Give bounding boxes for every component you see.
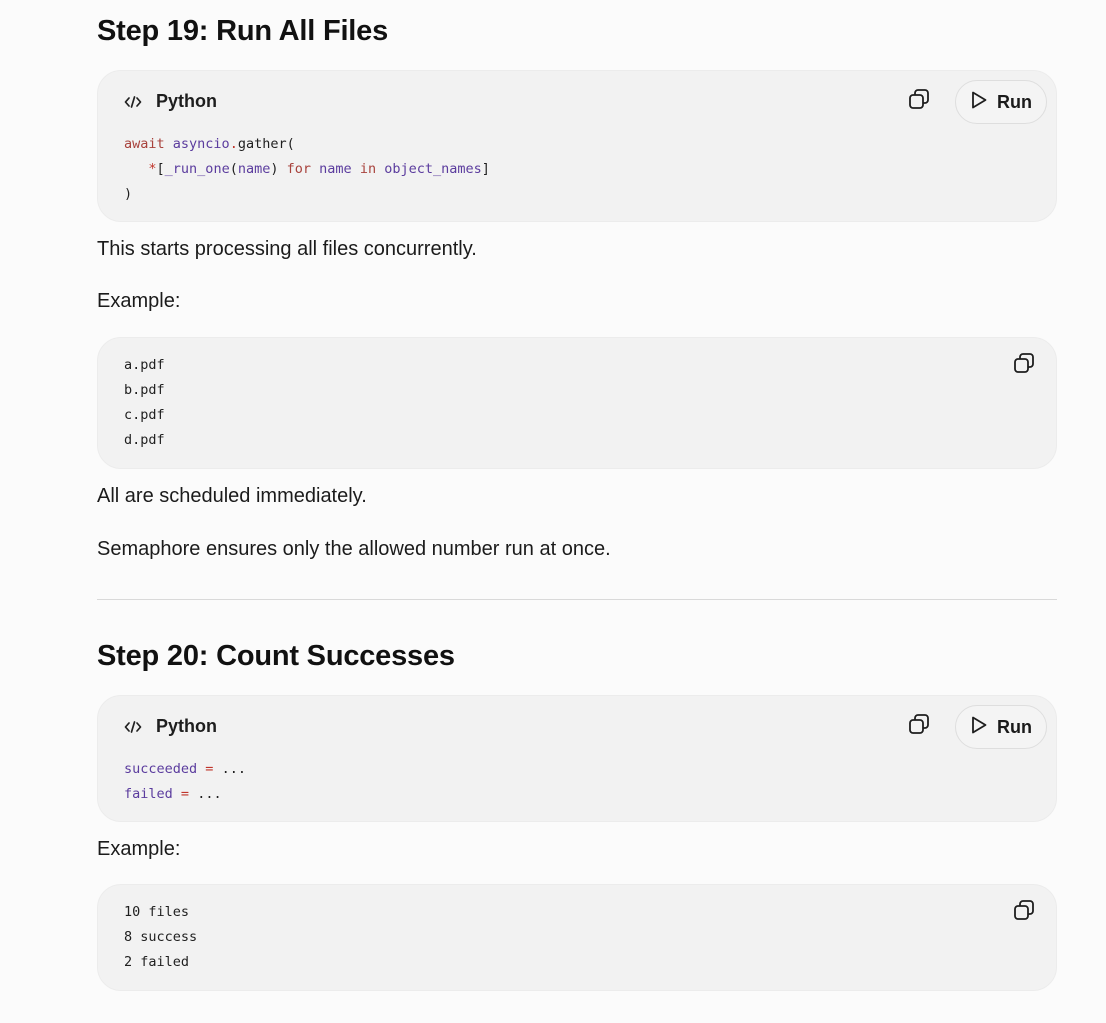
python-code-block-step-19: Python Run await asyncio.gather( *[_run_…	[97, 70, 1057, 222]
code-line: *[_run_one(name) for name in object_name…	[124, 161, 490, 177]
code-brackets-icon	[124, 720, 142, 734]
code-token: object_names	[384, 161, 482, 177]
code-token: .	[229, 136, 238, 152]
code-token: name	[237, 161, 271, 177]
copy-icon	[907, 712, 931, 741]
code-token: for	[286, 161, 312, 177]
example-output-text: 10 files 8 success 2 failed	[124, 900, 197, 975]
code-token: gather(	[237, 136, 295, 152]
code-token: ...	[189, 786, 222, 802]
python-code-block-step-20: Python Run succeeded = ... failed = ...	[97, 695, 1057, 822]
copy-code-button[interactable]	[904, 711, 934, 741]
section-heading-step-19: Step 19: Run All Files	[97, 15, 389, 47]
section-heading-step-20: Step 20: Count Successes	[97, 640, 455, 672]
code-brackets-icon	[124, 95, 142, 109]
code-text: await asyncio.gather( *[_run_one(name) f…	[124, 132, 490, 207]
code-token: [	[156, 161, 165, 177]
example-label: Example:	[97, 290, 181, 312]
example-output-text: a.pdf b.pdf c.pdf d.pdf	[124, 353, 165, 453]
code-token: )	[270, 161, 287, 177]
output-line: 2 failed	[124, 954, 190, 970]
play-icon	[970, 90, 988, 115]
code-token: asyncio	[172, 136, 230, 152]
output-line: c.pdf	[124, 407, 165, 423]
output-line: 10 files	[124, 904, 190, 920]
code-token: ]	[481, 161, 490, 177]
copy-code-button[interactable]	[1009, 897, 1039, 927]
section-divider	[97, 599, 1057, 600]
output-line: d.pdf	[124, 432, 165, 448]
code-line: )	[124, 186, 132, 202]
example-output-block-step-20: 10 files 8 success 2 failed	[97, 884, 1057, 991]
copy-code-button[interactable]	[1009, 350, 1039, 380]
code-token: =	[180, 786, 190, 802]
code-line: succeeded = ...	[124, 761, 246, 777]
code-token: await	[124, 136, 165, 152]
copy-icon	[1012, 351, 1036, 380]
paragraph-semaphore: Semaphore ensures only the allowed numbe…	[97, 538, 611, 560]
code-token: *	[148, 161, 157, 177]
code-text: succeeded = ... failed = ...	[124, 757, 246, 807]
run-code-button[interactable]: Run	[955, 705, 1047, 749]
example-output-block-step-19: a.pdf b.pdf c.pdf d.pdf	[97, 337, 1057, 469]
copy-code-button[interactable]	[904, 86, 934, 116]
code-line: await asyncio.gather(	[124, 136, 295, 152]
play-icon	[970, 715, 988, 740]
code-token: name	[319, 161, 352, 177]
run-label: Run	[997, 716, 1032, 737]
output-line: 8 success	[124, 929, 198, 945]
run-code-button[interactable]: Run	[955, 80, 1047, 124]
code-token: _run_one	[164, 161, 230, 177]
code-language-header: Python	[124, 91, 217, 112]
paragraph-scheduled: All are scheduled immediately.	[97, 485, 367, 507]
code-token: succeeded	[124, 761, 198, 777]
output-line: b.pdf	[124, 382, 165, 398]
code-language-label: Python	[156, 91, 217, 111]
code-token: in	[359, 161, 377, 177]
code-language-label: Python	[156, 716, 217, 736]
code-token: ...	[213, 761, 246, 777]
example-label: Example:	[97, 838, 181, 860]
code-token: failed	[124, 786, 173, 802]
code-line: failed = ...	[124, 786, 222, 802]
copy-icon	[1012, 898, 1036, 927]
paragraph-concurrency: This starts processing all files concurr…	[97, 238, 477, 260]
run-label: Run	[997, 91, 1032, 112]
output-line: a.pdf	[124, 357, 165, 373]
copy-icon	[907, 87, 931, 116]
code-language-header: Python	[124, 716, 217, 737]
code-token: (	[229, 161, 238, 177]
code-token: )	[124, 186, 133, 202]
